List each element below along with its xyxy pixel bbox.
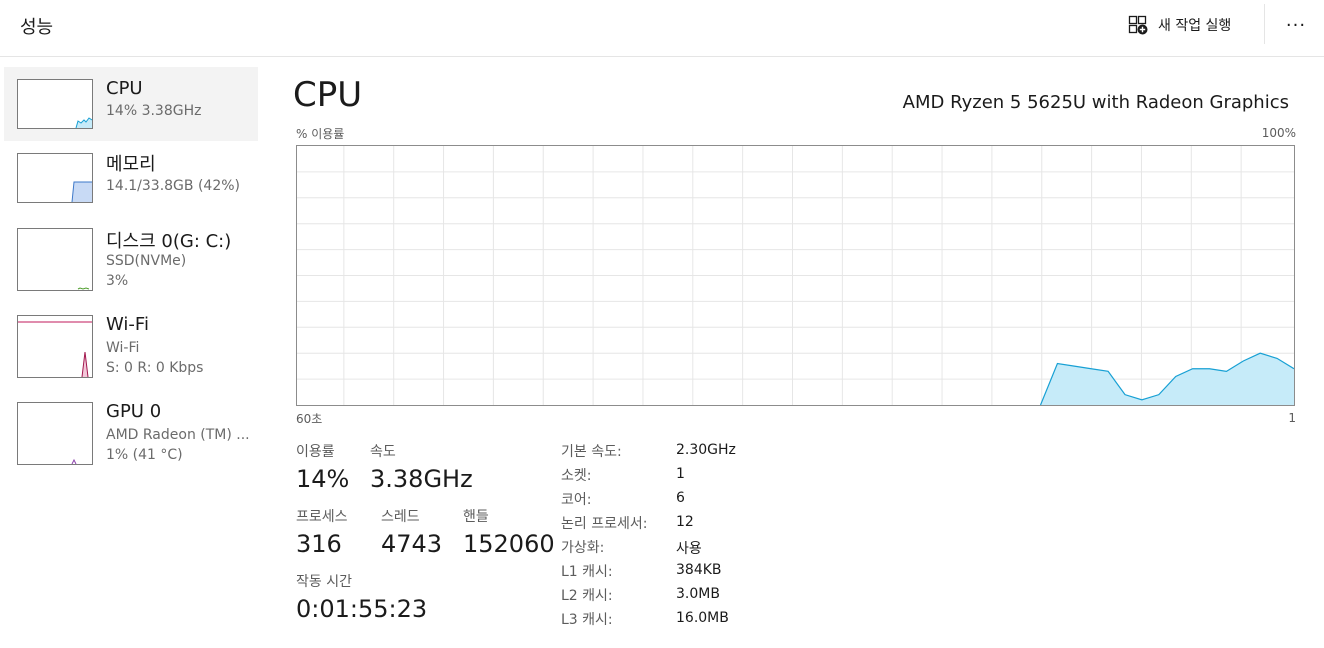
sidebar-item-wifi[interactable]: Wi-Fi Wi-Fi S: 0 R: 0 Kbps — [4, 302, 258, 378]
graph-y-max-label: 100% — [1261, 126, 1296, 140]
spec-l3-cache-value: 16.0MB — [676, 610, 729, 626]
sidebar-item-memory-detail: 14.1/33.8GB (42%) — [106, 178, 241, 194]
spec-base-speed-value: 2.30GHz — [676, 442, 736, 458]
sidebar-item-gpu-model: AMD Radeon (TM) ... — [106, 427, 250, 443]
sidebar-item-gpu-label: GPU 0 — [106, 401, 162, 422]
utilization-label: 이용률 — [296, 444, 335, 460]
spec-virtualization-value: 사용 — [676, 541, 702, 557]
page-title: 성능 — [20, 17, 54, 38]
top-bar: 성능 새 작업 실행 ··· — [0, 0, 1324, 57]
processes-value: 316 — [296, 530, 342, 558]
sidebar-item-disk-type: SSD(NVMe) — [106, 253, 187, 269]
sidebar-item-disk[interactable]: 디스크 0(G: C:) SSD(NVMe) 3% — [4, 215, 258, 291]
disk-thumbnail-graph — [17, 228, 93, 291]
spec-base-speed-label: 기본 속도: — [561, 444, 622, 460]
wifi-thumbnail-graph — [17, 315, 93, 378]
sidebar-item-wifi-throughput: S: 0 R: 0 Kbps — [106, 360, 204, 376]
cpu-heading: CPU — [293, 75, 363, 115]
run-task-icon — [1128, 15, 1148, 35]
speed-label: 속도 — [370, 444, 396, 460]
cpu-model-name: AMD Ryzen 5 5625U with Radeon Graphics — [902, 92, 1289, 113]
spec-logical-processors-label: 논리 프로세서: — [561, 516, 648, 532]
graph-x-right-label: 1 — [1288, 411, 1296, 425]
sidebar-item-disk-usage: 3% — [106, 273, 129, 289]
sidebar-item-gpu-usage: 1% (41 °C) — [106, 447, 183, 463]
cpu-thumbnail-graph — [17, 79, 93, 129]
run-new-task-button[interactable]: 새 작업 실행 — [1128, 11, 1231, 39]
uptime-value: 0:01:55:23 — [296, 595, 428, 623]
spec-l1-cache-label: L1 캐시: — [561, 564, 613, 580]
sidebar-item-cpu-label: CPU — [106, 78, 143, 99]
handles-value: 152060 — [463, 530, 555, 558]
sidebar-item-cpu[interactable]: CPU 14% 3.38GHz — [4, 67, 258, 141]
spec-sockets-label: 소켓: — [561, 468, 592, 484]
gpu-thumbnail-graph — [17, 402, 93, 465]
cpu-utilization-chart — [297, 146, 1294, 405]
handles-label: 핸들 — [463, 509, 489, 525]
more-options-button[interactable]: ··· — [1284, 14, 1308, 36]
sidebar-item-wifi-adapter: Wi-Fi — [106, 340, 140, 356]
spec-l1-cache-value: 384KB — [676, 562, 722, 578]
run-task-label: 새 작업 실행 — [1158, 18, 1232, 34]
utilization-value: 14% — [296, 465, 350, 493]
spec-sockets-value: 1 — [676, 466, 685, 482]
memory-thumbnail-graph — [17, 153, 93, 203]
sidebar-item-wifi-label: Wi-Fi — [106, 314, 149, 335]
graph-x-left-label: 60초 — [296, 412, 323, 426]
speed-value: 3.38GHz — [370, 465, 473, 493]
spec-l2-cache-value: 3.0MB — [676, 586, 720, 602]
processes-label: 프로세스 — [296, 509, 348, 525]
cpu-utilization-graph — [296, 145, 1295, 406]
spec-logical-processors-value: 12 — [676, 514, 694, 530]
uptime-label: 작동 시간 — [296, 574, 352, 590]
spec-cores-label: 코어: — [561, 492, 592, 508]
sidebar-item-cpu-detail: 14% 3.38GHz — [106, 103, 202, 119]
sidebar-item-memory-label: 메모리 — [106, 154, 156, 175]
graph-y-axis-label: % 이용률 — [296, 127, 345, 141]
spec-virtualization-label: 가상화: — [561, 540, 605, 556]
sidebar-item-gpu[interactable]: GPU 0 AMD Radeon (TM) ... 1% (41 °C) — [4, 389, 258, 465]
spec-l2-cache-label: L2 캐시: — [561, 588, 613, 604]
threads-value: 4743 — [381, 530, 443, 558]
spec-l3-cache-label: L3 캐시: — [561, 612, 613, 628]
sidebar-item-disk-label: 디스크 0(G: C:) — [106, 231, 232, 252]
spec-cores-value: 6 — [676, 490, 685, 506]
toolbar-divider — [1264, 4, 1265, 44]
threads-label: 스레드 — [381, 509, 420, 525]
sidebar-item-memory[interactable]: 메모리 14.1/33.8GB (42%) — [4, 141, 258, 215]
